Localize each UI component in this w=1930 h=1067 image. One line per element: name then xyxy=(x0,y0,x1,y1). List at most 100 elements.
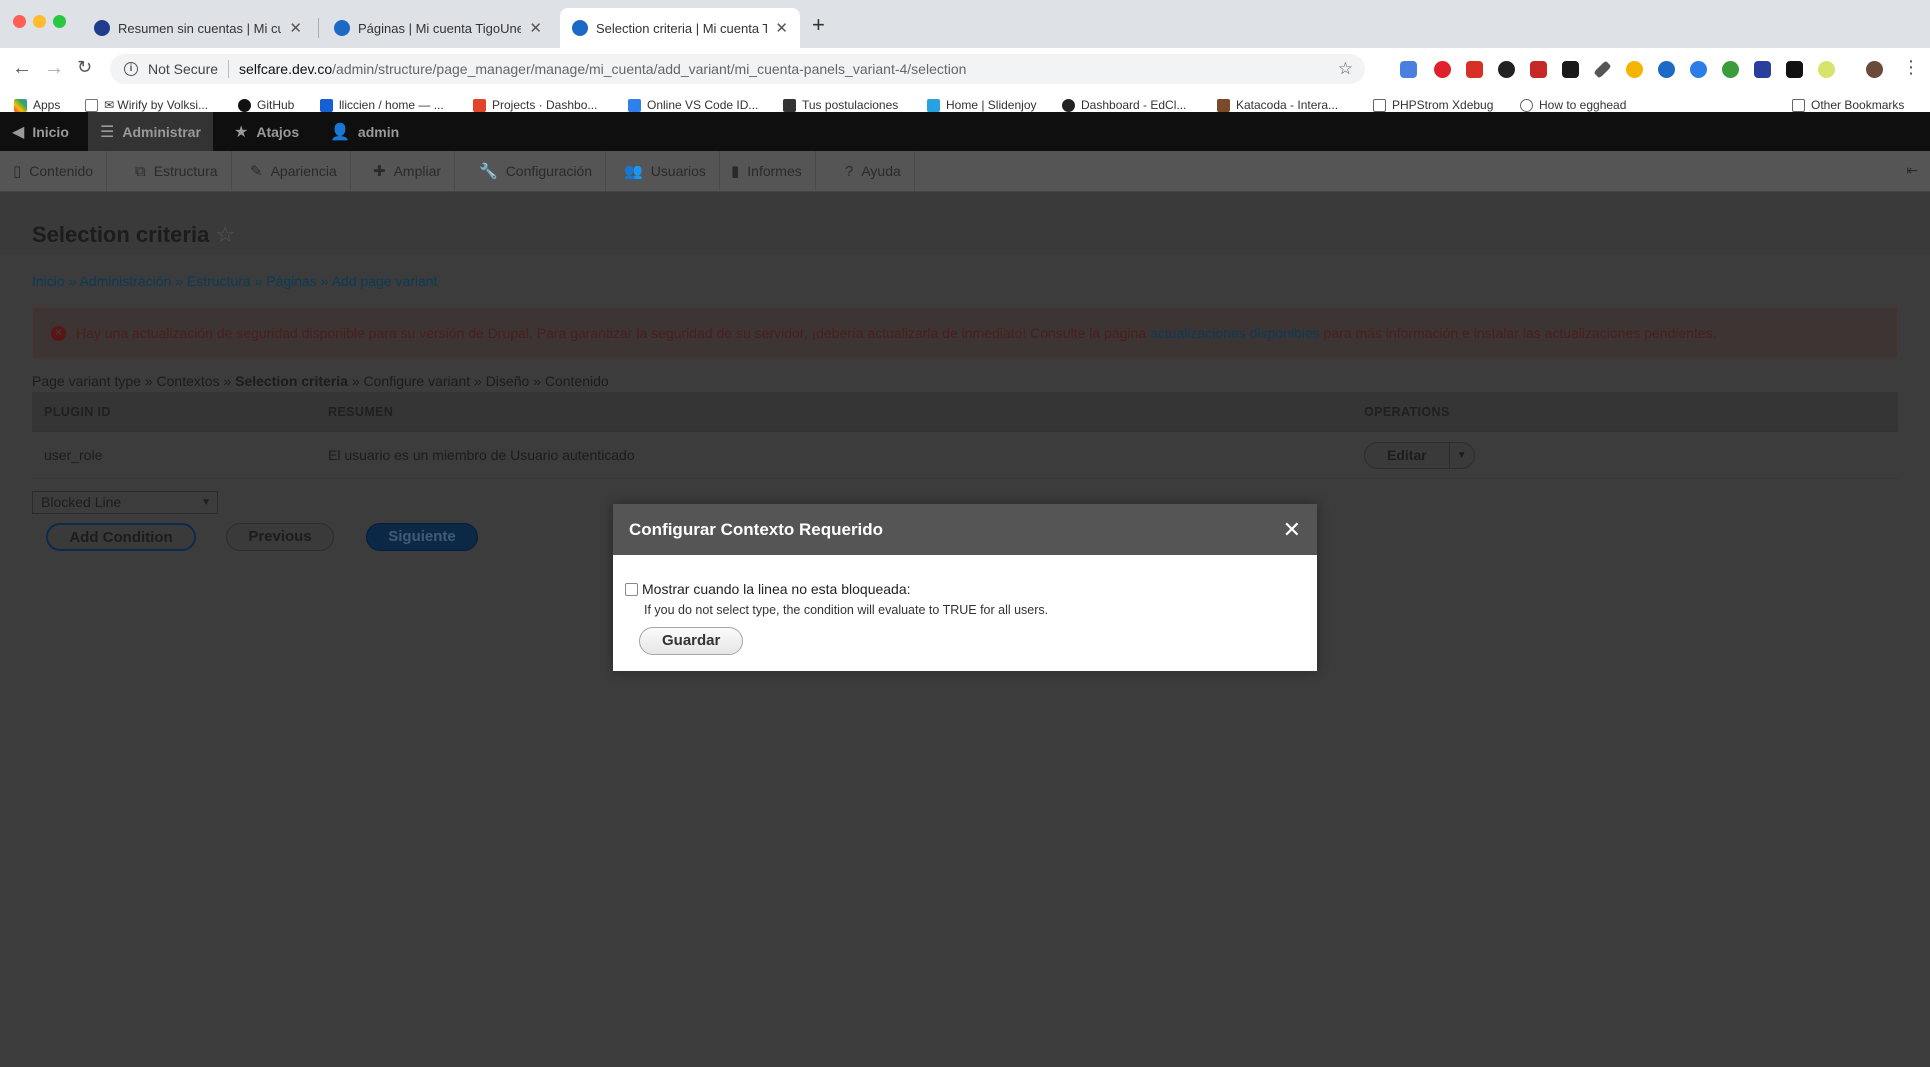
close-window-button[interactable] xyxy=(13,15,26,28)
edit-dropbutton[interactable]: Editar ▼ xyxy=(1364,441,1475,469)
gmail-extension-icon[interactable] xyxy=(1466,61,1483,78)
hash-extension-icon[interactable] xyxy=(1754,61,1771,78)
bookmark-item[interactable]: Katacoda - Intera... xyxy=(1217,98,1338,112)
bookmark-item[interactable]: Online VS Code ID... xyxy=(628,98,758,112)
postulaciones-icon xyxy=(783,98,796,112)
bookmark-item[interactable]: ✉ Wirify by Volksi... xyxy=(85,98,208,112)
bookmark-item[interactable]: How to egghead xyxy=(1520,98,1626,112)
orientation-toggle-icon[interactable]: ⇤ xyxy=(1906,162,1918,179)
green-extension-icon[interactable] xyxy=(1722,61,1739,78)
egghead-icon xyxy=(1520,98,1533,112)
browser-tab[interactable]: Páginas | Mi cuenta TigoUne ✕ xyxy=(322,8,554,48)
other-bookmarks-folder[interactable]: Other Bookmarks xyxy=(1792,98,1904,112)
blue-extension-icon[interactable] xyxy=(1690,61,1707,78)
tab-title: Páginas | Mi cuenta TigoUne xyxy=(358,20,522,36)
shortcut-star-icon[interactable]: ☆ xyxy=(215,222,235,247)
tab-title: Resumen sin cuentas | Mi cuenta xyxy=(118,20,282,36)
menu-kebab-icon[interactable]: ⋮ xyxy=(1902,57,1920,78)
col-plugin-id: PLUGIN ID xyxy=(44,404,111,419)
menu-ayuda[interactable]: ? Ayuda xyxy=(832,151,915,191)
address-bar[interactable]: i Not Secure selfcare.dev.co /admin/stru… xyxy=(110,54,1365,84)
reload-icon[interactable]: ↻ xyxy=(77,57,92,78)
close-tab-icon[interactable]: ✕ xyxy=(289,19,302,37)
katacoda-icon xyxy=(1217,98,1230,112)
operations-cell: Editar ▼ xyxy=(1352,441,1898,469)
calendar-extension-icon[interactable] xyxy=(1530,61,1547,78)
menu-apariencia[interactable]: ✎ Apariencia xyxy=(237,151,351,191)
bookmark-apps[interactable]: Apps xyxy=(14,98,60,112)
opera-extension-icon[interactable] xyxy=(1434,61,1451,78)
jb-extension-icon[interactable] xyxy=(1786,61,1803,78)
menu-informes[interactable]: ▮ Informes xyxy=(718,151,816,191)
wrench-icon: 🔧 xyxy=(479,163,498,180)
zoom-window-button[interactable] xyxy=(53,15,66,28)
drupal-favicon-icon xyxy=(334,20,350,36)
menu-usuarios[interactable]: 👥 Usuarios xyxy=(611,151,720,191)
error-icon: ✕ xyxy=(51,325,66,341)
toolbar-admin-user[interactable]: 👤 admin xyxy=(318,112,411,151)
save-button[interactable]: Guardar xyxy=(639,627,744,655)
bookmark-item[interactable]: Tus postulaciones xyxy=(783,98,898,112)
condition-select[interactable]: Blocked Line ▼ xyxy=(32,491,218,514)
minimize-window-button[interactable] xyxy=(33,15,46,28)
close-tab-icon[interactable]: ✕ xyxy=(775,19,788,37)
toolbar-administrar[interactable]: ☰ Administrar xyxy=(88,112,213,151)
close-icon[interactable]: ✕ xyxy=(1283,517,1301,543)
drupal-toolbar: ◀ Inicio ☰ Administrar ★ Atajos 👤 admin xyxy=(0,112,1930,151)
bookmark-star-icon[interactable]: ☆ xyxy=(1338,59,1353,79)
modal-header: Configurar Contexto Requerido ✕ xyxy=(613,504,1317,555)
dark-extension-icon[interactable] xyxy=(1498,61,1515,78)
bookmark-item[interactable]: lliccien / home — ... xyxy=(320,98,444,112)
bookmark-item[interactable]: Dashboard - EdCl... xyxy=(1062,98,1186,112)
toolbar-atajos[interactable]: ★ Atajos xyxy=(222,112,311,151)
translate-extension-icon[interactable] xyxy=(1400,61,1417,78)
menu-configuracion[interactable]: 🔧 Configuración xyxy=(466,151,607,191)
back-icon[interactable]: ← xyxy=(12,57,32,80)
drupal-extension-icon[interactable] xyxy=(1658,61,1675,78)
browser-tab-active[interactable]: Selection criteria | Mi cuenta TigoUne ✕ xyxy=(560,8,800,48)
help-icon: ? xyxy=(845,162,854,180)
bookmark-item[interactable]: Home | Slidenjoy xyxy=(927,98,1037,112)
bookmark-item[interactable]: GitHub xyxy=(238,98,294,112)
previous-button[interactable]: Previous xyxy=(226,523,334,551)
menu-contenido[interactable]: ▯ Contenido xyxy=(0,151,108,191)
conditions-table: PLUGIN ID RESUMEN OPERATIONS user_role E… xyxy=(32,392,1898,479)
add-condition-button[interactable]: Add Condition xyxy=(46,523,196,551)
wizard-steps: Page variant type » Contextos » Selectio… xyxy=(32,373,609,389)
bookmark-folder[interactable]: PHPStrom Xdebug xyxy=(1373,98,1493,112)
brush-icon: ✎ xyxy=(250,163,263,180)
admin-menu-tray: ▯ Contenido ⧉ Estructura ✎ Apariencia ✚ Ampl… xyxy=(0,151,1930,192)
site-favicon-icon xyxy=(94,20,110,36)
close-tab-icon[interactable]: ✕ xyxy=(529,19,542,37)
plugin-id-cell: user_role xyxy=(44,447,103,463)
puzzle-icon: ✚ xyxy=(373,163,386,180)
forward-icon[interactable]: → xyxy=(44,57,64,80)
eyedropper-extension-icon[interactable] xyxy=(1593,60,1612,79)
new-tab-icon[interactable]: + xyxy=(812,12,825,38)
security-label[interactable]: Not Secure xyxy=(148,61,218,77)
unblocked-line-checkbox[interactable] xyxy=(625,582,638,596)
profile-avatar[interactable] xyxy=(1866,61,1883,78)
security-alert: ✕ Hay una actualización de seguridad dis… xyxy=(32,307,1898,359)
menu-ampliar[interactable]: ✚ Ampliar xyxy=(360,151,456,191)
lime-extension-icon[interactable] xyxy=(1818,61,1835,78)
menu-estructura[interactable]: ⧉ Estructura xyxy=(122,151,232,191)
edclub-icon xyxy=(1062,98,1075,112)
next-button[interactable]: Siguiente xyxy=(366,523,478,551)
field-description: If you do not select type, the condition… xyxy=(644,603,1049,617)
chevron-down-icon[interactable]: ▼ xyxy=(1450,443,1474,468)
bookmark-item[interactable]: Projects · Dashbo... xyxy=(473,98,597,112)
browser-tab[interactable]: Resumen sin cuentas | Mi cuenta ✕ xyxy=(82,8,314,48)
checkbox-label[interactable]: Mostrar cuando la linea no esta bloquead… xyxy=(642,581,911,597)
bar-chart-icon: ▮ xyxy=(731,163,740,180)
updates-link[interactable]: actualizaciones disponibles xyxy=(1150,325,1320,341)
gitlab-icon xyxy=(473,98,486,112)
toolbar-inicio[interactable]: ◀ Inicio xyxy=(0,112,81,151)
chevron-down-icon: ▼ xyxy=(201,497,211,508)
yellow-extension-icon[interactable] xyxy=(1626,61,1643,78)
breadcrumb[interactable]: Inicio » Administración » Estructura » P… xyxy=(32,273,437,289)
info-icon[interactable]: i xyxy=(124,62,138,76)
edit-button[interactable]: Editar xyxy=(1365,442,1450,468)
bw-extension-icon[interactable] xyxy=(1562,61,1579,78)
user-icon: 👤 xyxy=(330,123,350,141)
